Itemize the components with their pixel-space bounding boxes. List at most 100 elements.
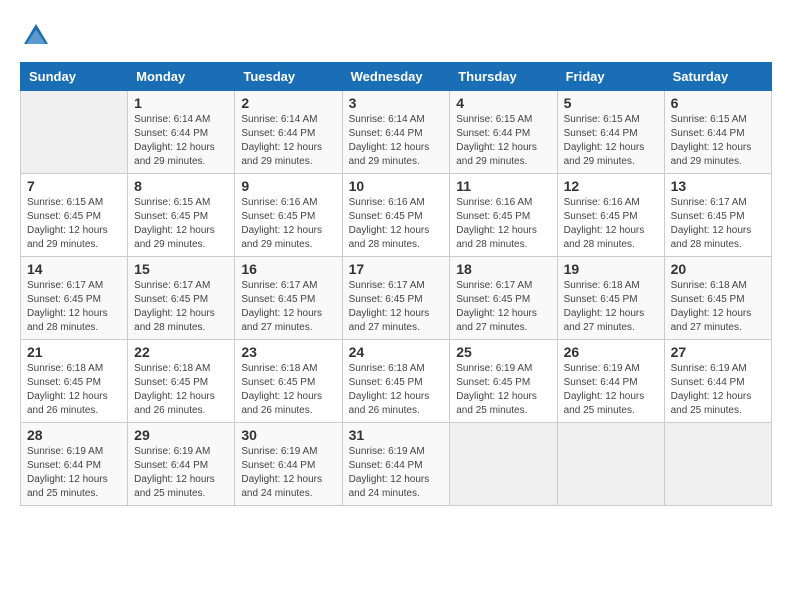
calendar-cell: 3 Sunrise: 6:14 AMSunset: 6:44 PMDayligh… — [342, 91, 450, 174]
day-number: 10 — [349, 178, 444, 194]
day-number: 31 — [349, 427, 444, 443]
day-info: Sunrise: 6:18 AMSunset: 6:45 PMDaylight:… — [134, 363, 215, 416]
day-info: Sunrise: 6:16 AMSunset: 6:45 PMDaylight:… — [349, 197, 430, 250]
day-number: 19 — [564, 261, 658, 277]
day-info: Sunrise: 6:18 AMSunset: 6:45 PMDaylight:… — [349, 363, 430, 416]
calendar-cell: 28 Sunrise: 6:19 AMSunset: 6:44 PMDaylig… — [21, 423, 128, 506]
day-number: 3 — [349, 95, 444, 111]
calendar-cell: 5 Sunrise: 6:15 AMSunset: 6:44 PMDayligh… — [557, 91, 664, 174]
day-number: 24 — [349, 344, 444, 360]
day-info: Sunrise: 6:17 AMSunset: 6:45 PMDaylight:… — [671, 197, 752, 250]
day-number: 8 — [134, 178, 228, 194]
day-info: Sunrise: 6:19 AMSunset: 6:44 PMDaylight:… — [349, 446, 430, 499]
day-number: 22 — [134, 344, 228, 360]
calendar-cell: 30 Sunrise: 6:19 AMSunset: 6:44 PMDaylig… — [235, 423, 342, 506]
day-number: 21 — [27, 344, 121, 360]
day-header-tuesday: Tuesday — [235, 63, 342, 91]
day-number: 6 — [671, 95, 765, 111]
day-number: 7 — [27, 178, 121, 194]
day-info: Sunrise: 6:17 AMSunset: 6:45 PMDaylight:… — [349, 280, 430, 333]
calendar-cell: 9 Sunrise: 6:16 AMSunset: 6:45 PMDayligh… — [235, 174, 342, 257]
day-number: 15 — [134, 261, 228, 277]
day-info: Sunrise: 6:19 AMSunset: 6:44 PMDaylight:… — [564, 363, 645, 416]
calendar-cell: 22 Sunrise: 6:18 AMSunset: 6:45 PMDaylig… — [128, 340, 235, 423]
calendar-week-2: 7 Sunrise: 6:15 AMSunset: 6:45 PMDayligh… — [21, 174, 772, 257]
calendar-cell: 18 Sunrise: 6:17 AMSunset: 6:45 PMDaylig… — [450, 257, 557, 340]
calendar-cell: 11 Sunrise: 6:16 AMSunset: 6:45 PMDaylig… — [450, 174, 557, 257]
calendar-cell: 8 Sunrise: 6:15 AMSunset: 6:45 PMDayligh… — [128, 174, 235, 257]
day-info: Sunrise: 6:15 AMSunset: 6:44 PMDaylight:… — [456, 114, 537, 167]
day-header-thursday: Thursday — [450, 63, 557, 91]
calendar-cell: 21 Sunrise: 6:18 AMSunset: 6:45 PMDaylig… — [21, 340, 128, 423]
day-info: Sunrise: 6:17 AMSunset: 6:45 PMDaylight:… — [27, 280, 108, 333]
calendar-cell — [450, 423, 557, 506]
calendar-cell: 13 Sunrise: 6:17 AMSunset: 6:45 PMDaylig… — [664, 174, 771, 257]
calendar-cell: 7 Sunrise: 6:15 AMSunset: 6:45 PMDayligh… — [21, 174, 128, 257]
day-info: Sunrise: 6:15 AMSunset: 6:45 PMDaylight:… — [27, 197, 108, 250]
calendar-week-3: 14 Sunrise: 6:17 AMSunset: 6:45 PMDaylig… — [21, 257, 772, 340]
day-number: 5 — [564, 95, 658, 111]
calendar-cell: 10 Sunrise: 6:16 AMSunset: 6:45 PMDaylig… — [342, 174, 450, 257]
calendar-cell: 16 Sunrise: 6:17 AMSunset: 6:45 PMDaylig… — [235, 257, 342, 340]
day-number: 18 — [456, 261, 550, 277]
day-header-saturday: Saturday — [664, 63, 771, 91]
calendar-cell: 29 Sunrise: 6:19 AMSunset: 6:44 PMDaylig… — [128, 423, 235, 506]
day-info: Sunrise: 6:19 AMSunset: 6:44 PMDaylight:… — [241, 446, 322, 499]
day-info: Sunrise: 6:16 AMSunset: 6:45 PMDaylight:… — [456, 197, 537, 250]
day-number: 12 — [564, 178, 658, 194]
day-info: Sunrise: 6:17 AMSunset: 6:45 PMDaylight:… — [134, 280, 215, 333]
calendar-cell: 20 Sunrise: 6:18 AMSunset: 6:45 PMDaylig… — [664, 257, 771, 340]
day-info: Sunrise: 6:19 AMSunset: 6:45 PMDaylight:… — [456, 363, 537, 416]
calendar-cell: 24 Sunrise: 6:18 AMSunset: 6:45 PMDaylig… — [342, 340, 450, 423]
day-info: Sunrise: 6:19 AMSunset: 6:44 PMDaylight:… — [671, 363, 752, 416]
logo-icon — [20, 20, 52, 52]
day-header-friday: Friday — [557, 63, 664, 91]
day-number: 30 — [241, 427, 335, 443]
day-info: Sunrise: 6:15 AMSunset: 6:45 PMDaylight:… — [134, 197, 215, 250]
day-number: 13 — [671, 178, 765, 194]
day-number: 25 — [456, 344, 550, 360]
day-info: Sunrise: 6:18 AMSunset: 6:45 PMDaylight:… — [27, 363, 108, 416]
calendar-cell: 26 Sunrise: 6:19 AMSunset: 6:44 PMDaylig… — [557, 340, 664, 423]
calendar-cell: 23 Sunrise: 6:18 AMSunset: 6:45 PMDaylig… — [235, 340, 342, 423]
calendar-cell: 2 Sunrise: 6:14 AMSunset: 6:44 PMDayligh… — [235, 91, 342, 174]
day-header-sunday: Sunday — [21, 63, 128, 91]
day-info: Sunrise: 6:19 AMSunset: 6:44 PMDaylight:… — [27, 446, 108, 499]
logo — [20, 20, 56, 52]
calendar-cell: 19 Sunrise: 6:18 AMSunset: 6:45 PMDaylig… — [557, 257, 664, 340]
calendar-cell: 25 Sunrise: 6:19 AMSunset: 6:45 PMDaylig… — [450, 340, 557, 423]
day-info: Sunrise: 6:14 AMSunset: 6:44 PMDaylight:… — [349, 114, 430, 167]
calendar-cell: 15 Sunrise: 6:17 AMSunset: 6:45 PMDaylig… — [128, 257, 235, 340]
calendar-cell: 1 Sunrise: 6:14 AMSunset: 6:44 PMDayligh… — [128, 91, 235, 174]
day-info: Sunrise: 6:14 AMSunset: 6:44 PMDaylight:… — [241, 114, 322, 167]
calendar-cell — [664, 423, 771, 506]
calendar-week-4: 21 Sunrise: 6:18 AMSunset: 6:45 PMDaylig… — [21, 340, 772, 423]
calendar-cell — [21, 91, 128, 174]
day-info: Sunrise: 6:19 AMSunset: 6:44 PMDaylight:… — [134, 446, 215, 499]
day-info: Sunrise: 6:15 AMSunset: 6:44 PMDaylight:… — [564, 114, 645, 167]
day-info: Sunrise: 6:16 AMSunset: 6:45 PMDaylight:… — [241, 197, 322, 250]
calendar-cell: 14 Sunrise: 6:17 AMSunset: 6:45 PMDaylig… — [21, 257, 128, 340]
day-number: 11 — [456, 178, 550, 194]
calendar-cell: 12 Sunrise: 6:16 AMSunset: 6:45 PMDaylig… — [557, 174, 664, 257]
day-number: 20 — [671, 261, 765, 277]
day-number: 16 — [241, 261, 335, 277]
calendar-table: SundayMondayTuesdayWednesdayThursdayFrid… — [20, 62, 772, 506]
day-info: Sunrise: 6:18 AMSunset: 6:45 PMDaylight:… — [671, 280, 752, 333]
day-info: Sunrise: 6:15 AMSunset: 6:44 PMDaylight:… — [671, 114, 752, 167]
calendar-week-1: 1 Sunrise: 6:14 AMSunset: 6:44 PMDayligh… — [21, 91, 772, 174]
calendar-cell — [557, 423, 664, 506]
calendar-cell: 4 Sunrise: 6:15 AMSunset: 6:44 PMDayligh… — [450, 91, 557, 174]
calendar-cell: 27 Sunrise: 6:19 AMSunset: 6:44 PMDaylig… — [664, 340, 771, 423]
calendar-cell: 31 Sunrise: 6:19 AMSunset: 6:44 PMDaylig… — [342, 423, 450, 506]
day-info: Sunrise: 6:17 AMSunset: 6:45 PMDaylight:… — [241, 280, 322, 333]
day-info: Sunrise: 6:16 AMSunset: 6:45 PMDaylight:… — [564, 197, 645, 250]
day-number: 2 — [241, 95, 335, 111]
calendar-cell: 6 Sunrise: 6:15 AMSunset: 6:44 PMDayligh… — [664, 91, 771, 174]
calendar-week-5: 28 Sunrise: 6:19 AMSunset: 6:44 PMDaylig… — [21, 423, 772, 506]
day-number: 23 — [241, 344, 335, 360]
day-info: Sunrise: 6:18 AMSunset: 6:45 PMDaylight:… — [241, 363, 322, 416]
day-number: 9 — [241, 178, 335, 194]
day-number: 4 — [456, 95, 550, 111]
day-number: 1 — [134, 95, 228, 111]
